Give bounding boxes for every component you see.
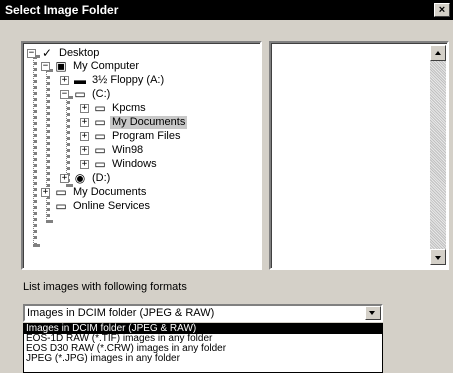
cdrom-icon: ◉	[74, 171, 86, 185]
tree-item-label: Kpcms	[112, 102, 146, 114]
expand-toggle[interactable]: +	[80, 146, 89, 155]
title-bar: Select Image Folder ×	[0, 0, 453, 20]
expand-toggle[interactable]: +	[60, 76, 69, 85]
expand-toggle[interactable]: +	[80, 132, 89, 141]
tree-item-label-selected: My Documents	[110, 116, 188, 129]
folder-icon: ▭	[94, 157, 106, 171]
tree-line	[46, 69, 50, 223]
desktop-icon: ✓	[41, 46, 53, 60]
folder-tree[interactable]: − ✓ Desktop − ▣ My Computer + ▬ 3½ Flopp…	[21, 41, 262, 270]
close-icon: ×	[438, 4, 446, 16]
format-option[interactable]: JPEG (*.JPG) images in any folder	[24, 354, 382, 364]
tree-line	[33, 55, 37, 247]
format-select[interactable]: Images in DCIM folder (JPEG & RAW)	[23, 304, 383, 322]
folder-icon: ▭	[94, 101, 106, 115]
expand-toggle[interactable]: +	[80, 104, 89, 113]
collapse-toggle[interactable]: −	[27, 49, 36, 58]
tree-item-label: 3½ Floppy (A:)	[92, 74, 165, 86]
close-button[interactable]: ×	[434, 3, 450, 17]
collapse-toggle[interactable]: −	[41, 62, 50, 71]
tree-item-label: (C:)	[92, 88, 111, 100]
tree-item-label: My Computer	[73, 60, 140, 72]
format-select-value: Images in DCIM folder (JPEG & RAW)	[27, 307, 215, 319]
folder-icon: ▭	[55, 185, 67, 199]
formats-label: List images with following formats	[23, 281, 187, 293]
arrow-up-icon	[435, 51, 441, 55]
folder-icon: ▭	[94, 143, 106, 157]
expand-toggle[interactable]: +	[60, 174, 69, 183]
tree-item-label: Win98	[112, 144, 144, 156]
collapse-toggle[interactable]: −	[60, 90, 69, 99]
format-dropdown-list: Images in DCIM folder (JPEG & RAW) EOS-1…	[23, 323, 383, 373]
tree-item-label: Windows	[112, 158, 157, 170]
expand-toggle[interactable]: +	[41, 188, 50, 197]
tree-item-label: Online Services	[73, 200, 151, 212]
tree-item-label: My Documents	[73, 186, 147, 198]
expand-toggle[interactable]: +	[80, 118, 89, 127]
tree-item-label: (D:)	[92, 172, 111, 184]
window-title: Select Image Folder	[5, 3, 119, 17]
harddrive-icon: ▭	[74, 87, 86, 101]
tree-item-label: Program Files	[112, 130, 181, 142]
image-preview-pane	[269, 41, 449, 270]
dropdown-button[interactable]	[365, 306, 381, 320]
computer-icon: ▣	[55, 59, 67, 73]
expand-toggle[interactable]: +	[80, 160, 89, 169]
chevron-down-icon	[369, 311, 375, 315]
folder-icon: ▭	[94, 129, 106, 143]
scroll-up-button[interactable]	[430, 45, 446, 61]
scroll-down-button[interactable]	[430, 249, 446, 265]
floppy-icon: ▬	[74, 73, 86, 87]
folder-icon: ▭	[55, 199, 67, 213]
arrow-down-icon	[435, 256, 441, 260]
folder-icon: ▭	[94, 115, 106, 129]
preview-scrollbar[interactable]	[430, 45, 446, 265]
